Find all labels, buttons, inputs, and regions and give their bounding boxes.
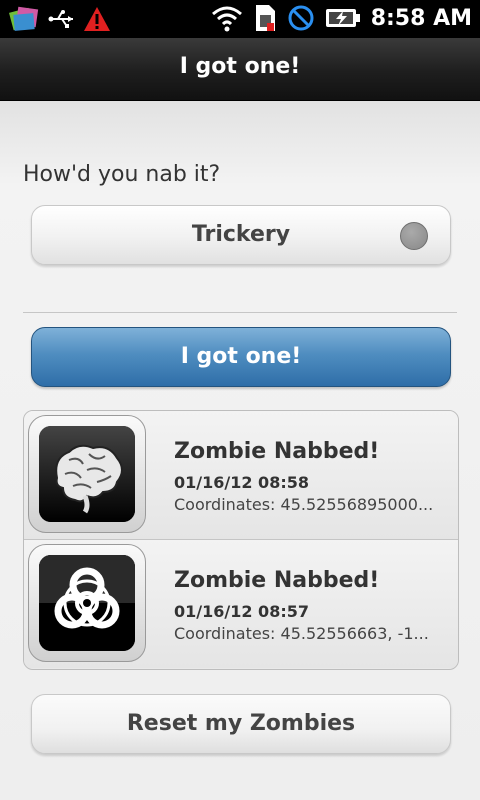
divider xyxy=(23,312,457,313)
zombie-thumbnail xyxy=(28,415,146,533)
capture-method-value: Trickery xyxy=(191,222,291,247)
app-icon xyxy=(9,6,39,31)
zombie-thumbnail xyxy=(28,544,146,662)
warning-icon xyxy=(84,7,110,31)
spinner-dot-icon xyxy=(400,222,428,250)
list-item[interactable]: Zombie Nabbed! 01/16/12 08:57 Coordinate… xyxy=(24,540,458,668)
biohazard-icon xyxy=(39,555,135,651)
capture-method-spinner[interactable]: Trickery xyxy=(31,205,451,265)
reset-zombies-button[interactable]: Reset my Zombies xyxy=(31,694,451,754)
item-coordinates: Coordinates: 45.52556663, -1... xyxy=(174,624,429,643)
capture-method-prompt: How'd you nab it? xyxy=(23,162,221,187)
wifi-icon xyxy=(211,6,242,32)
item-title: Zombie Nabbed! xyxy=(174,568,380,593)
page-title: I got one! xyxy=(179,54,301,79)
submit-capture-label: I got one! xyxy=(180,344,302,369)
usb-icon xyxy=(48,10,73,28)
brain-icon xyxy=(39,426,135,522)
submit-capture-button[interactable]: I got one! xyxy=(31,327,451,387)
item-date: 01/16/12 08:58 xyxy=(174,473,309,492)
status-bar: 8:58 AM xyxy=(0,0,480,38)
zombie-list: Zombie Nabbed! 01/16/12 08:58 Coordinate… xyxy=(23,410,459,670)
item-coordinates: Coordinates: 45.52556895000... xyxy=(174,495,434,514)
status-left-icons xyxy=(8,4,112,34)
item-date: 01/16/12 08:57 xyxy=(174,602,309,621)
no-signal-icon xyxy=(288,5,314,31)
status-right-icons: 8:58 AM xyxy=(211,3,472,33)
title-bar: I got one! xyxy=(0,38,480,101)
battery-charging-icon xyxy=(325,9,360,27)
list-item[interactable]: Zombie Nabbed! 01/16/12 08:58 Coordinate… xyxy=(24,411,458,540)
sim-icon xyxy=(255,5,275,31)
status-time: 8:58 AM xyxy=(370,5,472,31)
item-title: Zombie Nabbed! xyxy=(174,439,380,464)
reset-zombies-label: Reset my Zombies xyxy=(126,711,356,736)
